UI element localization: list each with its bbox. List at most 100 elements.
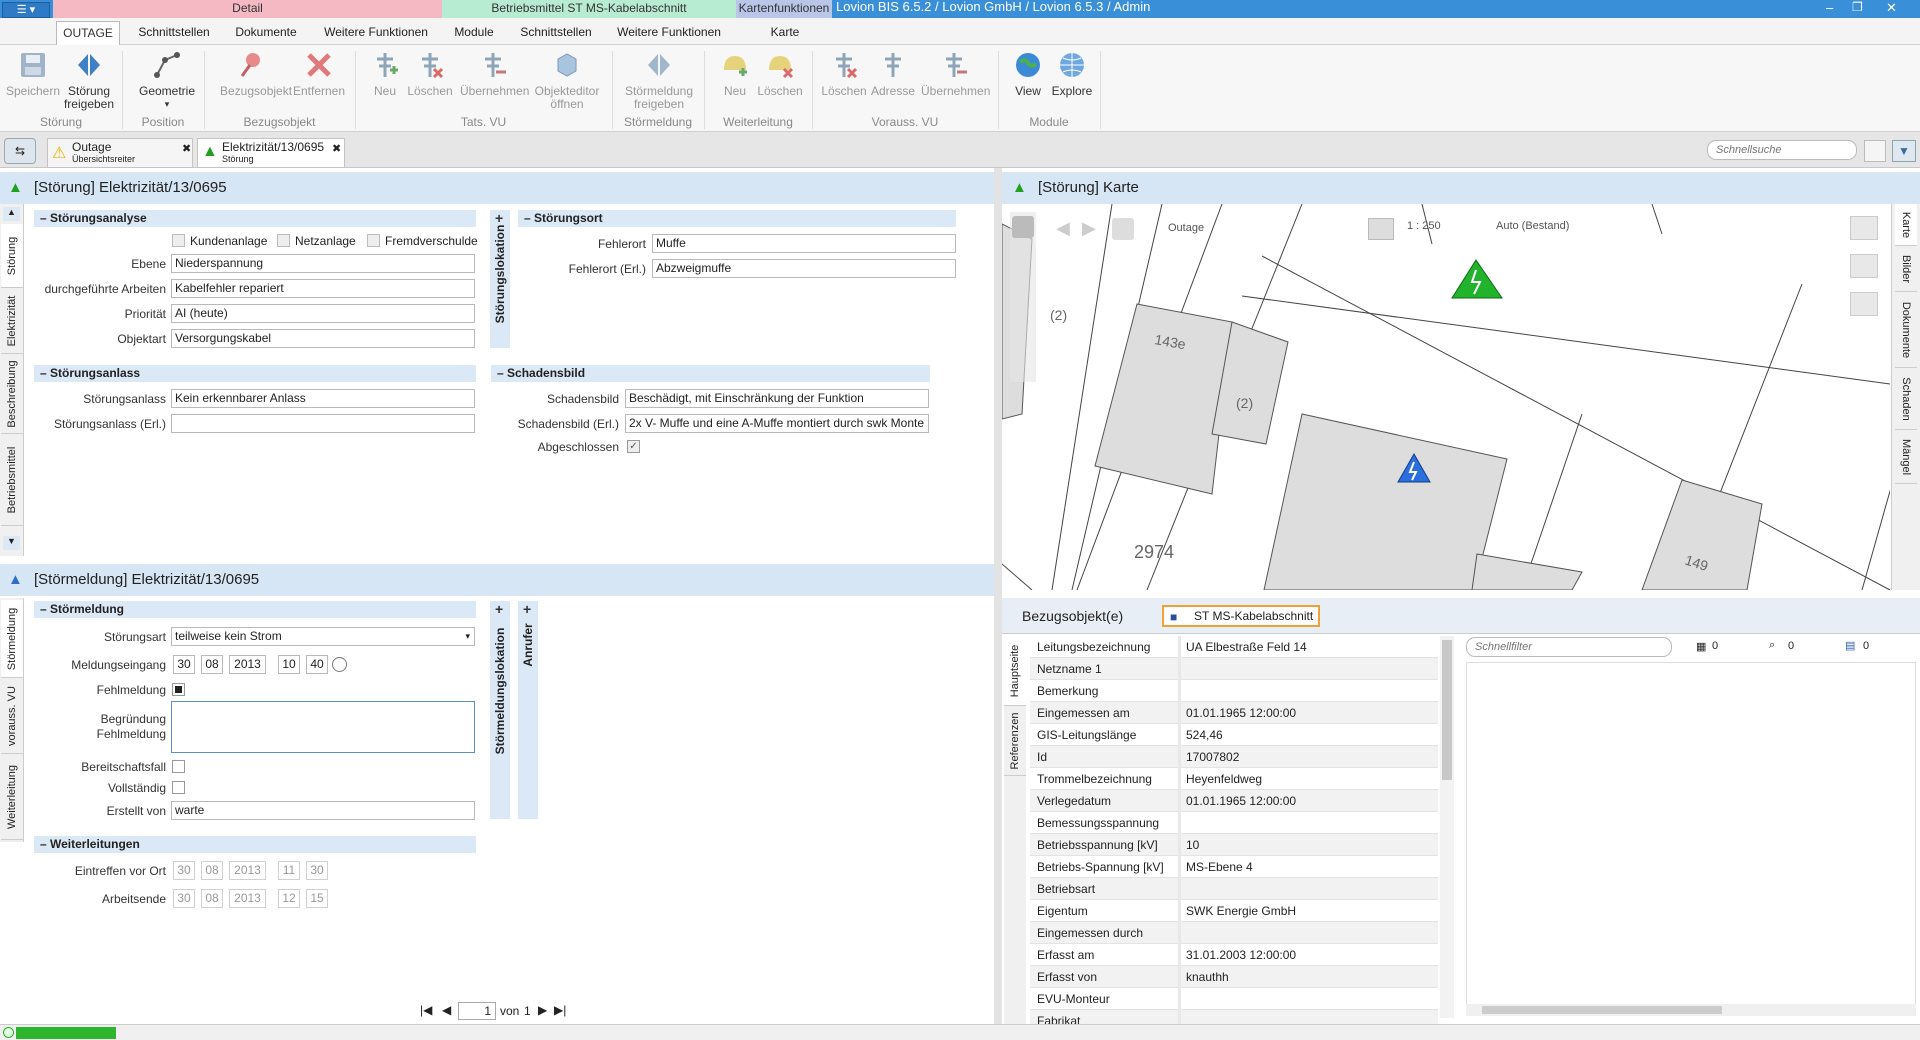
entfernen-button[interactable]: Entfernen <box>290 49 348 98</box>
map-layer-icon-2[interactable] <box>1850 254 1878 278</box>
side-tab-hauptseite[interactable]: Hauptseite <box>1004 636 1026 706</box>
property-row[interactable]: Eingemessen am 01.01.1965 12:00:00 <box>1030 702 1438 724</box>
app-menu-button[interactable]: ☰ ▾ <box>2 2 50 18</box>
clock-icon[interactable] <box>332 657 347 672</box>
property-row[interactable]: Erfasst von knauthh <box>1030 966 1438 988</box>
property-row[interactable]: Erfasst am 31.01.2003 12:00:00 <box>1030 944 1438 966</box>
erstellt-von-field[interactable]: warte <box>171 801 475 820</box>
tab-schnittstellen[interactable]: Schnittstellen <box>128 21 220 45</box>
property-row[interactable]: Eigentum SWK Energie GmbH <box>1030 900 1438 922</box>
anlass-field[interactable]: Kein erkennbarer Anlass <box>171 389 475 408</box>
schnellfilter-input[interactable] <box>1466 637 1672 657</box>
side-tab-maengel[interactable]: Mängel <box>1895 430 1917 484</box>
anlass-erl-field[interactable] <box>171 414 475 433</box>
doc-tab-outage[interactable]: ⚠ Outage Übersichtsreiter ✖ <box>47 138 193 168</box>
eintreffen-year[interactable]: 2013 <box>229 861 266 880</box>
side-tab-dokumente[interactable]: Dokumente <box>1895 292 1917 368</box>
close-tab-icon[interactable]: ✖ <box>332 142 341 155</box>
eintreffen-minute[interactable]: 30 <box>306 861 328 880</box>
list-icon[interactable]: ▤ <box>1845 639 1855 652</box>
ende-hour[interactable]: 12 <box>278 889 300 908</box>
property-row[interactable]: Bemerkung <box>1030 680 1438 702</box>
print-icon[interactable] <box>1112 218 1134 240</box>
side-tab-schaden[interactable]: Schaden <box>1895 368 1917 430</box>
eingang-year[interactable]: 2013 <box>229 655 266 674</box>
eingang-month[interactable]: 08 <box>201 655 223 674</box>
ende-day[interactable]: 30 <box>173 889 195 908</box>
close-tab-icon[interactable]: ✖ <box>182 142 191 155</box>
property-row[interactable]: Eingemessen durch <box>1030 922 1438 944</box>
bereitschaftsfall-checkbox[interactable] <box>172 760 185 773</box>
side-tab-vorauss-vu[interactable]: vorauss. VU <box>1 678 23 754</box>
side-tab-elektrizitaet[interactable]: Elektrizität <box>1 288 23 354</box>
minimize-button[interactable]: – <box>1826 0 1833 15</box>
property-row[interactable]: GIS-Leitungslänge 524,46 <box>1030 724 1438 746</box>
objekteditor-button[interactable]: Objekteditor öffnen <box>532 49 602 111</box>
bezugsobjekt-button[interactable]: Bezugsobjekt <box>220 49 292 98</box>
abgeschlossen-checkbox[interactable]: ✓ <box>627 440 640 453</box>
side-tab-stoermeldung[interactable]: Störmeldung <box>1 600 23 678</box>
home-button[interactable]: ⇆ <box>4 138 36 164</box>
map-view[interactable]: (2) 143e (2) 2974 149 ◀ ▶ Outage 1 : 250… <box>1002 204 1890 590</box>
fehlerort-erl-field[interactable]: Abzweigmuffe <box>652 259 956 278</box>
side-tab-karte[interactable]: Karte <box>1895 204 1917 246</box>
ende-month[interactable]: 08 <box>201 889 223 908</box>
tab-karte[interactable]: Karte <box>746 21 824 45</box>
side-tab-bilder[interactable]: Bilder <box>1895 246 1917 292</box>
map-layer-icon-1[interactable] <box>1850 216 1878 240</box>
bezug-object-chip[interactable]: ■ ST MS-Kabelabschnitt <box>1162 605 1320 627</box>
doc-tab-stoerung[interactable]: ▲ Elektrizität/13/0695 Störung ✖ <box>197 138 345 168</box>
property-row[interactable]: Verlegedatum 01.01.1965 12:00:00 <box>1030 790 1438 812</box>
tab-weitere-funktionen-2[interactable]: Weitere Funktionen <box>608 21 730 45</box>
anrufer-tab[interactable]: + Anrufer <box>518 601 538 819</box>
tab-schnittstellen-2[interactable]: Schnittstellen <box>510 21 602 45</box>
close-button[interactable]: ✕ <box>1886 0 1897 16</box>
weiterleitung-loeschen-button[interactable]: Löschen <box>751 49 809 98</box>
map-layer-icon-3[interactable] <box>1850 292 1878 316</box>
geometrie-button[interactable]: Geometrie ▾ <box>138 49 196 111</box>
panel-splitter[interactable] <box>994 168 1002 1024</box>
prioritaet-field[interactable]: AI (heute) <box>171 304 475 323</box>
property-row[interactable]: Id 17007802 <box>1030 746 1438 768</box>
kundenanlage-checkbox[interactable] <box>172 234 185 247</box>
eingang-day[interactable]: 30 <box>173 655 195 674</box>
schadensbild-field[interactable]: Beschädigt, mit Einschränkung der Funkti… <box>625 389 929 408</box>
stoermeldungslokation-tab[interactable]: + Störmeldungslokation <box>490 601 510 819</box>
property-row[interactable]: Netzname 1 <box>1030 658 1438 680</box>
fremdverschulden-checkbox[interactable] <box>367 234 380 247</box>
stoerung-freigeben-button[interactable]: Störung freigeben <box>60 49 118 111</box>
side-tab-referenzen[interactable]: Referenzen <box>1004 706 1026 776</box>
begruendung-textarea[interactable] <box>171 701 475 753</box>
eintreffen-day[interactable]: 30 <box>173 861 195 880</box>
tab-dokumente[interactable]: Dokumente <box>225 21 307 45</box>
side-tab-betriebsmittel[interactable]: Betriebsmittel <box>1 434 23 526</box>
page-input[interactable]: 1 <box>458 1002 496 1020</box>
vorauss-vu-adresse-button[interactable]: Adresse <box>864 49 922 98</box>
scroll-up-icon[interactable]: ▲ <box>3 207 20 221</box>
incident-marker[interactable] <box>1451 259 1503 299</box>
vorauss-vu-uebernehmen-button[interactable]: Übernehmen <box>921 49 990 98</box>
prev-page-icon[interactable]: ◀ <box>442 1003 451 1017</box>
tats-vu-loeschen-button[interactable]: Löschen <box>401 49 459 98</box>
tats-vu-uebernehmen-button[interactable]: Übernehmen <box>460 49 529 98</box>
property-row[interactable]: Bemessungsspannung <box>1030 812 1438 834</box>
expand-button[interactable] <box>1864 140 1886 162</box>
last-page-icon[interactable]: ▶| <box>554 1003 566 1017</box>
tab-outage[interactable]: OUTAGE <box>56 21 120 45</box>
dropdown-button[interactable]: ▼ <box>1892 140 1916 162</box>
explore-button[interactable]: Explore <box>1043 49 1101 98</box>
tab-module[interactable]: Module <box>443 21 505 45</box>
eingang-minute[interactable]: 40 <box>306 655 328 674</box>
next-page-icon[interactable]: ▶ <box>538 1003 547 1017</box>
search-icon[interactable]: ⌕ <box>1769 639 1775 652</box>
quick-search-input[interactable] <box>1707 140 1857 160</box>
restore-button[interactable]: ❐ <box>1852 0 1863 14</box>
save-button[interactable]: Speichern <box>4 49 62 98</box>
arbeiten-field[interactable]: Kabelfehler repariert <box>171 279 475 298</box>
ende-minute[interactable]: 15 <box>306 889 328 908</box>
stoermeldung-freigeben-button[interactable]: Störmeldung freigeben <box>620 49 698 111</box>
property-row[interactable]: Betriebsspannung [kV] 10 <box>1030 834 1438 856</box>
property-row[interactable]: EVU-Monteur <box>1030 988 1438 1010</box>
eintreffen-month[interactable]: 08 <box>201 861 223 880</box>
property-scrollbar[interactable] <box>1440 636 1454 1018</box>
